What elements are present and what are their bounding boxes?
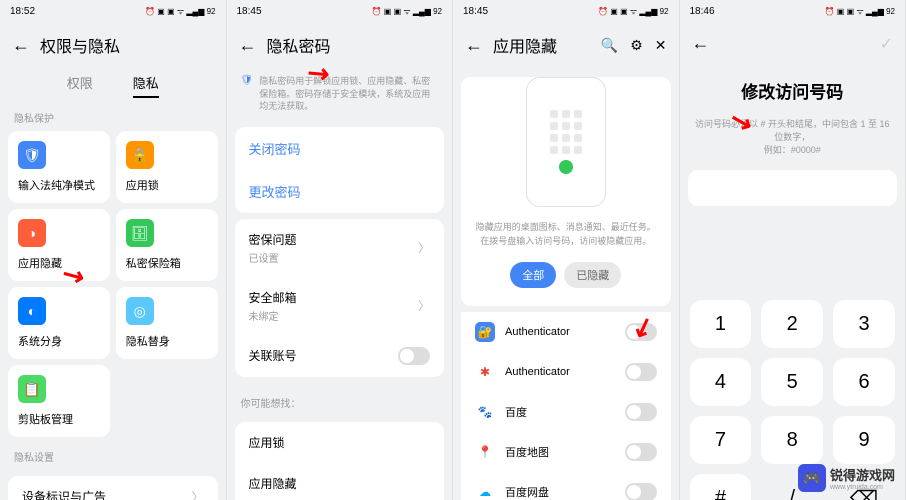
clipboard-icon: 📋 (18, 375, 46, 403)
confirm-icon[interactable]: ✓ (880, 34, 893, 54)
row-change-pwd[interactable]: 更改密码 (235, 170, 445, 213)
back-button[interactable]: ← (692, 33, 710, 54)
chevron-right-icon: 〉 (418, 239, 430, 256)
status-icons: ⏰ ▣ ▣ ᯤ ▂▄▆ 92 (598, 6, 668, 17)
settings-icon[interactable]: ⚙ (630, 37, 643, 54)
page-title: 隐私密码 (267, 33, 331, 57)
toggle-app[interactable] (625, 443, 657, 461)
row-email[interactable]: 安全邮箱未绑定 〉 (235, 277, 445, 335)
back-button[interactable]: ← (12, 35, 30, 56)
toggle-app[interactable] (625, 483, 657, 500)
tile-ime[interactable]: 🛡输入法纯净模式 (8, 131, 110, 203)
app-icon: ✱ (475, 362, 495, 382)
toggle-app[interactable] (625, 323, 657, 341)
app-row: 🐾百度 (461, 392, 671, 432)
description: 隐藏应用的桌面图标、消息通知、最近任务。在拨号盘输入访问号码，访问被隐藏应用。 (461, 217, 671, 252)
tile-subst[interactable]: ◎隐私替身 (116, 287, 218, 359)
hide-icon: ◑ (18, 219, 46, 247)
logo-icon: 🎮 (798, 464, 826, 492)
page-title: 权限与隐私 (40, 33, 120, 57)
subst-icon: ◎ (126, 297, 154, 325)
watermark: 🎮 锐得游戏网 www.ytruida.com (798, 464, 895, 492)
status-icons: ⏰ ▣ ▣ ᯤ ▂▄▆ 92 (372, 6, 442, 17)
info-text: 隐私密码用于解锁应用锁、应用隐藏、私密保险箱。密码存储于安全模块，系统及应用均无… (259, 75, 438, 113)
key-8[interactable]: 8 (761, 416, 823, 464)
chevron-right-icon: 〉 (191, 488, 203, 500)
app-row: ✱Authenticator (461, 352, 671, 392)
toggle-app[interactable] (625, 403, 657, 421)
app-row: 📍百度地图 (461, 432, 671, 472)
app-row: ☁百度网盘 (461, 472, 671, 500)
section-label: 隐私保护 (0, 98, 226, 131)
suggest-apphide[interactable]: 应用隐藏 (235, 463, 445, 500)
search-icon[interactable]: 🔍 (601, 37, 618, 54)
row-device-id[interactable]: 设备标识与广告 〉 (8, 476, 218, 500)
time: 18:45 (237, 6, 262, 17)
info-icon: 🛡 (241, 75, 254, 113)
app-icon: ☁ (475, 482, 495, 500)
tile-applock[interactable]: 🔒应用锁 (116, 131, 218, 203)
row-account[interactable]: 关联账号 (235, 335, 445, 377)
page-title: 应用隐藏 (493, 33, 557, 57)
back-button[interactable]: ← (465, 35, 483, 56)
time: 18:52 (10, 6, 35, 17)
status-icons: ⏰ ▣ ▣ ᯤ ▂▄▆ 92 (145, 6, 215, 17)
desc-line1: 访问号码必须以 # 开头和结尾，中间包含 1 至 16 位数字， (680, 117, 906, 143)
page-title: 修改访问号码 (680, 64, 906, 117)
key-4[interactable]: 4 (690, 358, 752, 406)
row-security-q[interactable]: 密保问题已设置 〉 (235, 219, 445, 277)
access-code-input[interactable] (688, 170, 898, 206)
app-icon: 🐾 (475, 402, 495, 422)
key-1[interactable]: 1 (690, 300, 752, 348)
chip-hidden[interactable]: 已隐藏 (564, 262, 621, 288)
toggle-account[interactable] (398, 347, 430, 365)
key-7[interactable]: 7 (690, 416, 752, 464)
vault-icon: 🗄 (126, 219, 154, 247)
section-label: 你可能想找： (227, 383, 453, 416)
key-3[interactable]: 3 (833, 300, 895, 348)
section-label: 隐私设置 (0, 437, 226, 470)
tile-clone[interactable]: ◐系统分身 (8, 287, 110, 359)
tile-vault[interactable]: 🗄私密保险箱 (116, 209, 218, 281)
toggle-app[interactable] (625, 363, 657, 381)
chip-all[interactable]: 全部 (510, 262, 556, 288)
lock-icon: 🔒 (126, 141, 154, 169)
time: 18:45 (463, 6, 488, 17)
key-9[interactable]: 9 (833, 416, 895, 464)
key-6[interactable]: 6 (833, 358, 895, 406)
desc-line2: 例如：#0000# (680, 143, 906, 156)
app-icon: 📍 (475, 442, 495, 462)
row-close-pwd[interactable]: 关闭密码 (235, 127, 445, 170)
tile-clipboard[interactable]: 📋剪贴板管理 (8, 365, 110, 437)
tile-apphide[interactable]: ◑应用隐藏 (8, 209, 110, 281)
key-5[interactable]: 5 (761, 358, 823, 406)
key-hash[interactable]: # (690, 474, 752, 500)
status-icons: ⏰ ▣ ▣ ᯤ ▂▄▆ 92 (825, 6, 895, 17)
clone-icon: ◐ (18, 297, 46, 325)
back-button[interactable]: ← (239, 35, 257, 56)
close-icon[interactable]: ✕ (655, 37, 667, 54)
shield-icon: 🛡 (18, 141, 46, 169)
tab-permissions[interactable]: 权限 (67, 67, 93, 98)
time: 18:46 (690, 6, 715, 17)
chevron-right-icon: 〉 (418, 297, 430, 314)
suggest-applock[interactable]: 应用锁 (235, 422, 445, 463)
app-icon: 🔐 (475, 322, 495, 342)
tab-privacy[interactable]: 隐私 (133, 67, 159, 98)
app-row: 🔐Authenticator (461, 312, 671, 352)
key-2[interactable]: 2 (761, 300, 823, 348)
illustration (526, 77, 606, 207)
